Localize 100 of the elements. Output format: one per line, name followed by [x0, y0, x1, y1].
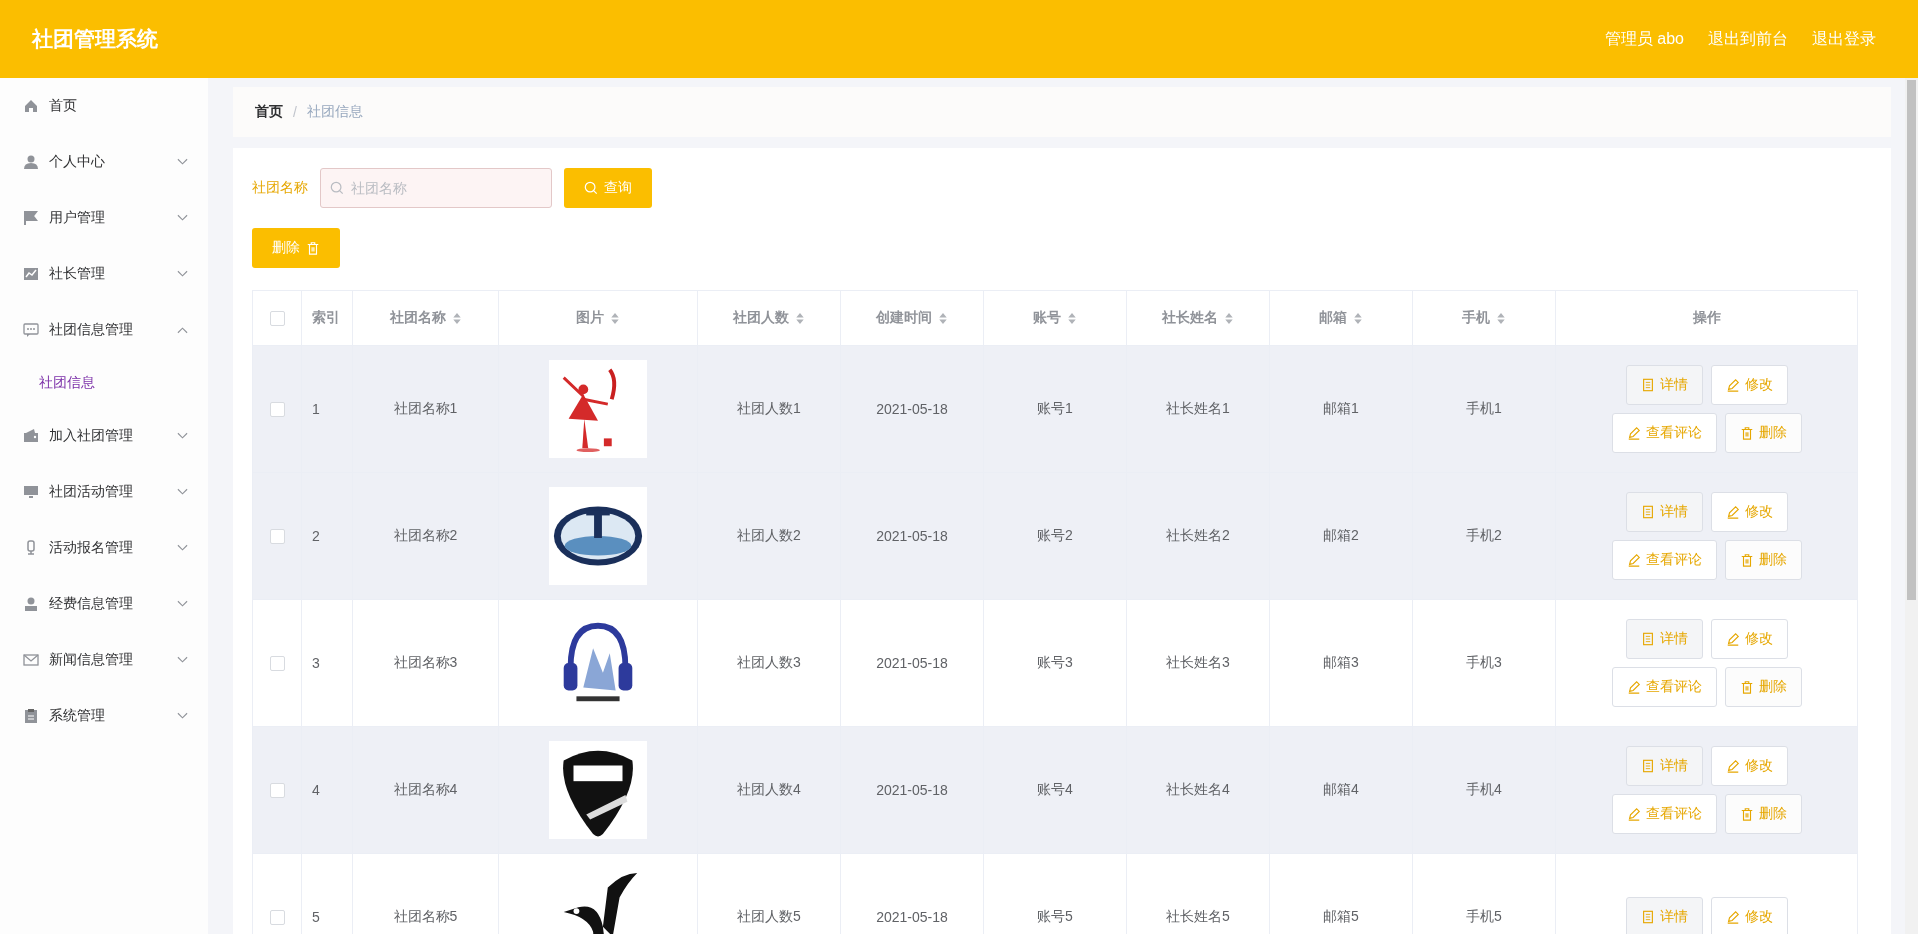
delete-button[interactable]: 删除 [1724, 413, 1802, 453]
column-header: 社团人数 [733, 309, 789, 327]
sort-icon[interactable] [1353, 311, 1363, 325]
pencil-icon [1626, 680, 1641, 694]
header-link[interactable]: 退出登录 [1812, 28, 1876, 50]
sidebar-item[interactable]: 新闻信息管理 [0, 632, 208, 688]
sidebar-item[interactable]: 社团活动管理 [0, 464, 208, 520]
sort-icon[interactable] [1496, 311, 1506, 325]
table-cell: 1 [312, 401, 320, 417]
comment-button[interactable]: 查看评论 [1611, 413, 1717, 453]
table-cell: 2021-05-18 [876, 655, 948, 671]
search-icon [584, 181, 598, 195]
pencil-icon [1626, 807, 1641, 821]
edit-button[interactable]: 修改 [1710, 746, 1788, 786]
monitor-icon [23, 484, 39, 500]
sidebar-subitem[interactable]: 社团信息 [0, 358, 208, 408]
document-icon [1640, 910, 1655, 924]
table-cell: 5 [312, 909, 320, 925]
detail-button[interactable]: 详情 [1625, 365, 1703, 405]
sort-icon[interactable] [1224, 311, 1234, 325]
checkbox[interactable] [269, 402, 285, 418]
sidebar-item[interactable]: 经费信息管理 [0, 576, 208, 632]
sort-icon[interactable] [610, 311, 620, 325]
chat-icon [23, 322, 39, 338]
checkbox[interactable] [269, 311, 285, 327]
table-cell: 2021-05-18 [876, 782, 948, 798]
scrollbar-thumb[interactable] [1907, 80, 1916, 600]
document-icon [1640, 632, 1655, 646]
detail-button[interactable]: 详情 [1625, 897, 1703, 934]
home-icon [23, 98, 39, 114]
pencil-icon [1725, 632, 1740, 646]
edit-button[interactable]: 修改 [1710, 619, 1788, 659]
table-cell: 账号4 [1037, 781, 1073, 797]
delete-button[interactable]: 删除 [1724, 540, 1802, 580]
column-header: 创建时间 [876, 309, 932, 327]
edit-button[interactable]: 修改 [1710, 897, 1788, 934]
sidebar-item[interactable]: 系统管理 [0, 688, 208, 744]
table-cell: 社团名称1 [393, 400, 458, 416]
checkbox[interactable] [269, 910, 285, 926]
delete-button[interactable]: 删除 [1724, 794, 1802, 834]
table-cell: 社长姓名3 [1166, 654, 1230, 670]
table-cell: 账号1 [1037, 400, 1073, 416]
checkbox[interactable] [269, 783, 285, 799]
user-icon [23, 154, 39, 170]
sidebar-item[interactable]: 社长管理 [0, 246, 208, 302]
column-header: 图片 [576, 309, 604, 327]
sort-icon[interactable] [795, 311, 805, 325]
header-link[interactable]: 管理员 abo [1604, 28, 1684, 50]
sort-icon[interactable] [938, 311, 948, 325]
table-cell: 3 [312, 655, 320, 671]
table-cell: 4 [312, 782, 320, 798]
sort-icon[interactable] [1067, 311, 1077, 325]
table-cell: 社团人数5 [737, 908, 801, 924]
sidebar-item[interactable]: 个人中心 [0, 134, 208, 190]
comment-button[interactable]: 查看评论 [1611, 540, 1717, 580]
detail-button[interactable]: 详情 [1625, 746, 1703, 786]
trash-icon [306, 241, 320, 255]
detail-button[interactable]: 详情 [1625, 492, 1703, 532]
sidebar-item[interactable]: 活动报名管理 [0, 520, 208, 576]
detail-button[interactable]: 详情 [1625, 619, 1703, 659]
edit-button[interactable]: 修改 [1710, 492, 1788, 532]
comment-button[interactable]: 查看评论 [1611, 667, 1717, 707]
search-label: 社团名称 [252, 179, 308, 197]
search-button[interactable]: 查询 [564, 168, 652, 208]
table-cell: 社团人数1 [737, 400, 801, 416]
comment-button[interactable]: 查看评论 [1611, 794, 1717, 834]
delete-button[interactable]: 删除 [252, 228, 340, 268]
table-cell: 邮箱2 [1323, 527, 1359, 543]
column-header: 手机 [1462, 309, 1490, 327]
column-header: 邮箱 [1319, 309, 1347, 327]
sidebar-item[interactable]: 社团信息管理 [0, 302, 208, 358]
table-cell: 社团人数2 [737, 527, 801, 543]
sidebar-item[interactable]: 用户管理 [0, 190, 208, 246]
sidebar-item[interactable]: 加入社团管理 [0, 408, 208, 464]
app-title: 社团管理系统 [32, 26, 158, 52]
table-cell: 邮箱1 [1323, 400, 1359, 416]
search-field[interactable]: 社团名称 [320, 168, 552, 208]
trash-icon [1739, 553, 1754, 567]
table-cell: 手机4 [1466, 781, 1502, 797]
breadcrumb-item[interactable]: 社团信息 [306, 103, 363, 121]
checkbox[interactable] [269, 529, 285, 545]
pencil-icon [1626, 553, 1641, 567]
table-cell: 手机2 [1466, 527, 1502, 543]
user-icon [23, 596, 39, 612]
table-cell: 账号5 [1037, 908, 1073, 924]
edit-button[interactable]: 修改 [1710, 365, 1788, 405]
trash-icon [1739, 680, 1754, 694]
document-icon [1640, 759, 1655, 773]
trash-icon [1739, 807, 1754, 821]
table-cell: 2021-05-18 [876, 401, 948, 417]
table-cell: 账号2 [1037, 527, 1073, 543]
sort-icon[interactable] [451, 311, 462, 325]
checkbox[interactable] [269, 656, 285, 672]
header-link[interactable]: 退出到前台 [1708, 28, 1788, 50]
column-header: 社长姓名 [1162, 309, 1218, 327]
table-cell: 2 [312, 528, 320, 544]
table-cell: 社团名称4 [393, 781, 458, 797]
sidebar-item[interactable]: 首页 [0, 78, 208, 134]
delete-button[interactable]: 删除 [1724, 667, 1802, 707]
breadcrumb-item[interactable]: 首页 [255, 103, 283, 121]
